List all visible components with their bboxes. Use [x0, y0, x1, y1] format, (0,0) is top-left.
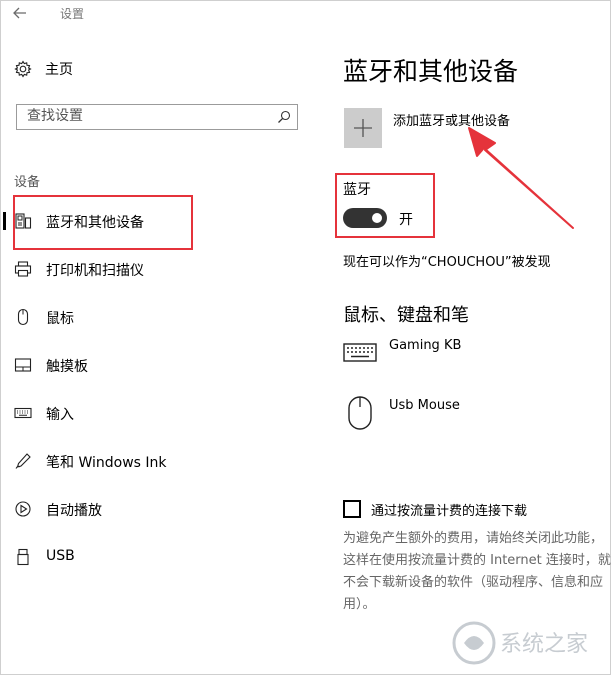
svg-text:系统之家: 系统之家	[500, 632, 588, 657]
sidebar-item-autoplay[interactable]: 自动播放	[0, 492, 300, 526]
keyboard-icon	[343, 343, 377, 362]
sidebar-item-touchpad[interactable]: 触摸板	[0, 348, 300, 382]
sidebar-item-mouse[interactable]: 鼠标	[0, 300, 300, 334]
active-indicator	[3, 212, 6, 230]
device-name: Gaming KB	[389, 338, 462, 353]
sidebar-item-label: 笔和 Windows Ink	[46, 455, 167, 471]
device-usb-mouse[interactable]: Usb Mouse	[343, 396, 603, 442]
search-box[interactable]	[16, 104, 298, 130]
home-label: 主页	[45, 62, 73, 78]
sidebar-item-printers[interactable]: 打印机和扫描仪	[0, 252, 300, 286]
sidebar-item-pen[interactable]: 笔和 Windows Ink	[0, 444, 300, 478]
sidebar-item-label: 输入	[46, 407, 74, 423]
sidebar-item-label: USB	[46, 548, 75, 564]
search-icon[interactable]	[277, 110, 291, 124]
sidebar-item-label: 打印机和扫描仪	[46, 263, 144, 279]
home-link[interactable]: 主页	[14, 58, 73, 80]
sidebar-item-label: 鼠标	[46, 311, 74, 327]
mouse-icon	[348, 396, 372, 430]
keyboard-icon	[14, 407, 32, 419]
printer-icon	[14, 261, 32, 277]
sidebar-item-label: 触摸板	[46, 359, 88, 375]
title-bar: 设置	[0, 0, 611, 28]
add-device-button[interactable]	[344, 108, 382, 148]
autoplay-icon	[15, 501, 31, 517]
device-name: Usb Mouse	[389, 398, 460, 413]
metered-help-text: 为避免产生额外的费用，请始终关闭此功能，这样在使用按流量计费的 Internet…	[343, 531, 611, 612]
sidebar-item-typing[interactable]: 输入	[0, 396, 300, 430]
red-arrow-icon	[468, 127, 574, 229]
search-input[interactable]	[27, 108, 267, 124]
window-title: 设置	[60, 7, 85, 21]
mouse-icon	[17, 308, 29, 326]
gear-icon	[14, 60, 32, 78]
touchpad-icon	[14, 358, 32, 372]
metered-download-checkbox[interactable]	[343, 500, 361, 518]
plus-icon	[354, 119, 372, 137]
discoverable-text: 现在可以作为“CHOUCHOU”被发现	[343, 255, 551, 270]
highlight-box-sidebar	[13, 195, 193, 250]
device-gaming-kb[interactable]: Gaming KB	[343, 336, 603, 382]
watermark-logo: 系统之家	[452, 621, 588, 665]
sidebar-item-usb[interactable]: USB	[0, 540, 300, 574]
highlight-box-bluetooth	[335, 173, 435, 238]
section-header-mouse-keyboard-pen: 鼠标、键盘和笔	[343, 305, 469, 326]
section-header-devices: 设备	[14, 175, 41, 190]
page-title: 蓝牙和其他设备	[343, 57, 519, 86]
metered-download-label[interactable]: 通过按流量计费的连接下载	[371, 500, 527, 519]
back-arrow-icon[interactable]	[10, 3, 30, 23]
sidebar-item-label: 自动播放	[46, 503, 102, 519]
usb-icon	[17, 548, 29, 566]
pen-icon	[15, 453, 31, 469]
